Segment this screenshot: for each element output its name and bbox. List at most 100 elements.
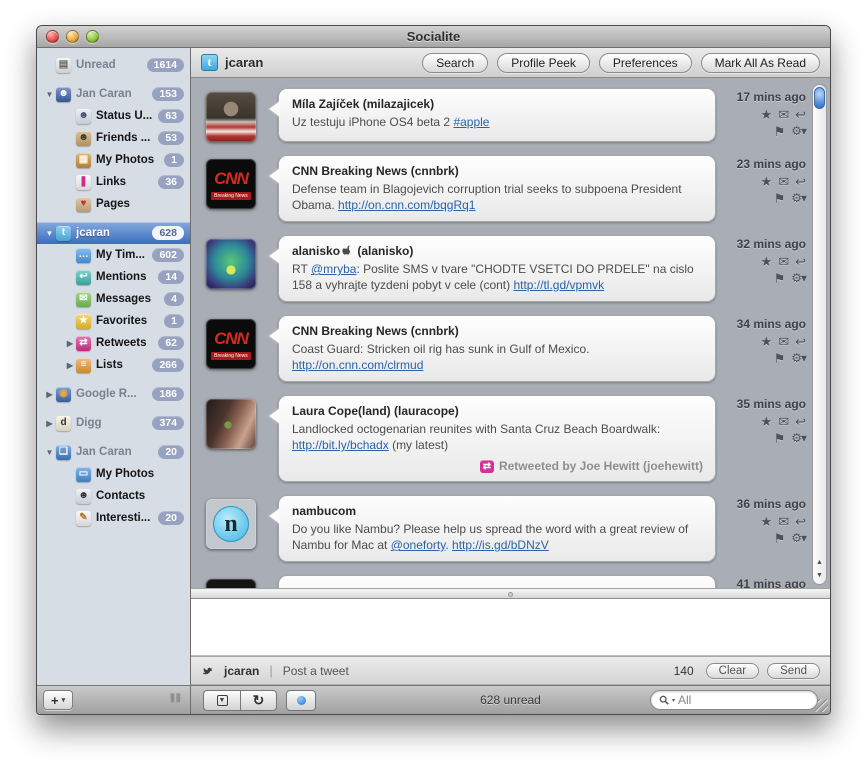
favorite-star-icon[interactable]: ★ <box>761 415 773 428</box>
favorite-star-icon[interactable]: ★ <box>761 515 773 528</box>
tweet-text: Defense team in Blagojevich corruption t… <box>292 182 682 212</box>
chevron-down-icon: ▾ <box>61 697 66 704</box>
preferences-button[interactable]: Preferences <box>598 52 692 73</box>
actions-gear-icon[interactable]: ⚙▾ <box>791 532 807 545</box>
actions-gear-icon[interactable]: ⚙▾ <box>791 272 807 285</box>
sidebar-item-jan-caran-photos[interactable]: ▼ ❏ Jan Caran 20 <box>37 441 190 463</box>
disclosure-triangle-icon[interactable]: ▶ <box>64 361 76 370</box>
disclosure-triangle-icon[interactable]: ▼ <box>43 90 56 99</box>
pane-splitter[interactable] <box>191 588 830 599</box>
scrollbar[interactable]: ▲ ▼ <box>812 84 827 585</box>
tweet-link[interactable]: #apple <box>453 115 489 129</box>
list-icon: ≡ <box>76 357 91 373</box>
tweet-link[interactable]: @oneforty <box>391 538 446 552</box>
search-button[interactable]: Search <box>422 52 489 73</box>
tweet-avatar[interactable]: CNN Breaking News <box>206 319 256 369</box>
sidebar-item-status-updates[interactable]: ☻ Status U... 63 <box>37 105 190 127</box>
sidebar-item-favorites[interactable]: ★ Favorites 1 <box>37 310 190 332</box>
flag-icon[interactable]: ⚑ <box>774 432 786 445</box>
sidebar-item-mentions[interactable]: ↩ Mentions 14 <box>37 266 190 288</box>
search-field[interactable]: ▾ All <box>650 690 818 710</box>
sidebar-item-lists[interactable]: ▶ ≡ Lists 266 <box>37 354 190 376</box>
tweet-avatar[interactable] <box>206 92 256 142</box>
tweet-avatar[interactable]: CNN Breaking News <box>206 159 256 209</box>
unread-count-badge: 14 <box>158 270 184 284</box>
disclosure-triangle-icon[interactable]: ▶ <box>64 339 76 348</box>
direct-message-icon[interactable]: ✉ <box>778 515 789 528</box>
scroll-up-arrow-icon[interactable]: ▲ <box>813 559 826 566</box>
tweet-avatar[interactable]: n <box>206 499 256 549</box>
reply-icon[interactable]: ↩ <box>795 335 806 348</box>
direct-message-icon[interactable]: ✉ <box>778 255 789 268</box>
favorite-star-icon[interactable]: ★ <box>761 335 773 348</box>
sidebar-item-pages[interactable]: ♥ Pages <box>37 193 190 215</box>
sidebar-item-jan-caran-facebook[interactable]: ▼ ☻ Jan Caran 153 <box>37 83 190 105</box>
disclosure-triangle-icon[interactable]: ▼ <box>43 448 56 457</box>
sidebar-item-contacts[interactable]: ☻ Contacts <box>37 485 190 507</box>
sidebar-item-interesting[interactable]: ✎ Interesti... 20 <box>37 507 190 529</box>
actions-gear-icon[interactable]: ⚙▾ <box>791 125 807 138</box>
send-button[interactable]: Send <box>767 662 820 679</box>
reply-icon[interactable]: ↩ <box>795 255 806 268</box>
flag-icon[interactable]: ⚑ <box>774 192 786 205</box>
tweet-avatar[interactable] <box>206 239 256 289</box>
clear-button[interactable]: Clear <box>705 662 760 679</box>
favorite-star-icon[interactable]: ★ <box>761 175 773 188</box>
title-bar[interactable]: Socialite <box>37 26 830 48</box>
sidebar-item-my-photos-facebook[interactable]: ▦ My Photos 1 <box>37 149 190 171</box>
flag-icon[interactable]: ⚑ <box>774 532 786 545</box>
reply-icon[interactable]: ↩ <box>795 175 806 188</box>
tweet-link[interactable]: http://bit.ly/bchadx <box>292 438 389 452</box>
status-indicator-button[interactable] <box>286 689 316 711</box>
direct-message-icon[interactable]: ✉ <box>778 415 789 428</box>
sidebar-item-friends[interactable]: ☻ Friends ... 53 <box>37 127 190 149</box>
flag-icon[interactable]: ⚑ <box>774 125 786 138</box>
flag-icon[interactable]: ⚑ <box>774 272 786 285</box>
reply-icon[interactable]: ↩ <box>795 415 806 428</box>
search-scope-caret-icon[interactable]: ▾ <box>672 697 675 704</box>
scrollbar-thumb[interactable] <box>814 87 825 109</box>
sidebar-item-digg[interactable]: ▶ d Digg 374 <box>37 412 190 434</box>
unread-count-badge: 1 <box>164 153 184 167</box>
sidebar-item-jcaran-twitter[interactable]: ▼ t jcaran 628 <box>37 222 190 244</box>
tweet-link[interactable]: http://is.gd/bDNzV <box>452 538 549 552</box>
tweet-link[interactable]: @mryba <box>311 262 357 276</box>
mark-all-as-read-button[interactable]: Mark All As Read <box>700 52 820 73</box>
tweet-link[interactable]: http://tl.gd/vpmvk <box>513 278 604 292</box>
sidebar-item-label: Jan Caran <box>76 446 132 458</box>
direct-message-icon[interactable]: ✉ <box>778 175 789 188</box>
compose-input[interactable] <box>191 599 830 656</box>
sidebar-item-my-timeline[interactable]: … My Tim... 602 <box>37 244 190 266</box>
profile-peek-button[interactable]: Profile Peek <box>497 52 590 73</box>
reply-icon[interactable]: ↩ <box>795 515 806 528</box>
sidebar-item-links[interactable]: ❚ Links 36 <box>37 171 190 193</box>
refresh-button[interactable]: ↻ <box>240 689 277 711</box>
tweet-avatar[interactable] <box>206 579 256 588</box>
collapse-tweets-button[interactable]: ▼ <box>203 689 240 711</box>
sidebar-item-retweets[interactable]: ▶ ⇄ Retweets 62 <box>37 332 190 354</box>
sidebar-resize-grip[interactable]: ⦀⦀ <box>170 693 184 707</box>
add-account-button[interactable]: + ▾ <box>43 690 74 710</box>
splitter-handle[interactable] <box>507 592 513 597</box>
scroll-down-arrow-icon[interactable]: ▼ <box>813 572 826 579</box>
tweet-author: alanisko <box>292 244 341 258</box>
flag-icon[interactable]: ⚑ <box>774 352 786 365</box>
sidebar-item-google-reader[interactable]: ▶ ◉ Google R... 186 <box>37 383 190 405</box>
favorite-star-icon[interactable]: ★ <box>761 255 773 268</box>
direct-message-icon[interactable]: ✉ <box>778 108 789 121</box>
disclosure-triangle-icon[interactable]: ▼ <box>43 229 56 238</box>
direct-message-icon[interactable]: ✉ <box>778 335 789 348</box>
actions-gear-icon[interactable]: ⚙▾ <box>791 432 807 445</box>
reply-icon[interactable]: ↩ <box>795 108 806 121</box>
disclosure-triangle-icon[interactable]: ▶ <box>43 390 56 399</box>
sidebar-item-messages[interactable]: ✉ Messages 4 <box>37 288 190 310</box>
tweet-link[interactable]: http://on.cnn.com/bqgRq1 <box>338 198 475 212</box>
actions-gear-icon[interactable]: ⚙▾ <box>791 192 807 205</box>
favorite-star-icon[interactable]: ★ <box>761 108 773 121</box>
disclosure-triangle-icon[interactable]: ▶ <box>43 419 56 428</box>
sidebar-item-my-photos-2[interactable]: ▭ My Photos <box>37 463 190 485</box>
tweet-link[interactable]: http://on.cnn.com/clrmud <box>292 358 423 372</box>
sidebar-item-unread[interactable]: ▤ Unread 1614 <box>37 54 190 76</box>
actions-gear-icon[interactable]: ⚙▾ <box>791 352 807 365</box>
tweet-avatar[interactable] <box>206 399 256 449</box>
